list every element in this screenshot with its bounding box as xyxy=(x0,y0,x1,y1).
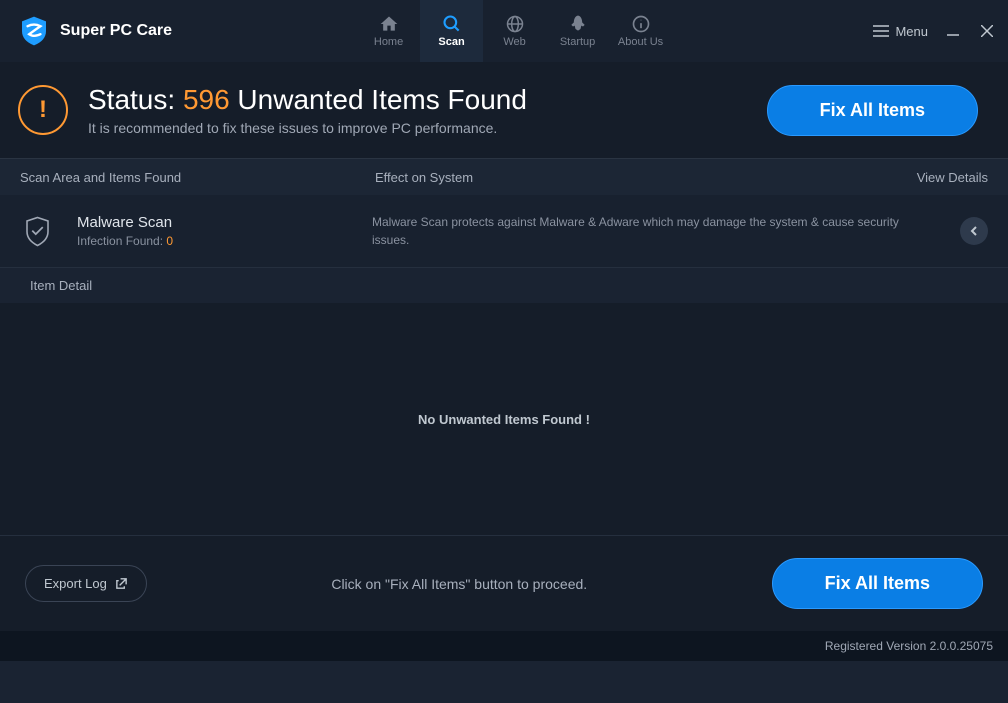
info-icon xyxy=(631,14,651,34)
status-prefix: Status: xyxy=(88,84,183,115)
status-section: ! Status: 596 Unwanted Items Found It is… xyxy=(0,62,1008,159)
tab-label: Web xyxy=(503,36,525,48)
status-title: Status: 596 Unwanted Items Found xyxy=(88,84,767,116)
status-suffix: Unwanted Items Found xyxy=(230,84,527,115)
home-icon xyxy=(379,14,399,34)
window-controls: Menu xyxy=(873,0,996,62)
logo-area: Super PC Care xyxy=(0,15,172,47)
view-details-link[interactable]: View Details xyxy=(917,170,988,185)
scan-category-title: Malware Scan xyxy=(77,214,372,231)
rocket-icon xyxy=(568,14,588,34)
status-subtitle: It is recommended to fix these issues to… xyxy=(88,120,767,136)
close-button[interactable] xyxy=(978,22,996,40)
tab-label: Scan xyxy=(438,36,464,48)
tab-label: Home xyxy=(374,36,403,48)
tab-label: Startup xyxy=(560,36,595,48)
collapse-button[interactable] xyxy=(960,217,988,245)
empty-results: No Unwanted Items Found ! xyxy=(0,303,1008,535)
app-header: Super PC Care Home Scan Web Startup xyxy=(0,0,1008,62)
table-header: Scan Area and Items Found Effect on Syst… xyxy=(0,159,1008,195)
scan-category-row: Malware Scan Infection Found: 0 Malware … xyxy=(0,195,1008,268)
tab-home[interactable]: Home xyxy=(357,0,420,62)
tab-about[interactable]: About Us xyxy=(609,0,672,62)
status-bar: Registered Version 2.0.0.25075 xyxy=(0,631,1008,661)
globe-icon xyxy=(505,14,525,34)
scan-info: Malware Scan Infection Found: 0 xyxy=(77,214,372,248)
item-detail-header: Item Detail xyxy=(0,268,1008,303)
app-title: Super PC Care xyxy=(60,22,172,40)
scan-category-detail: Infection Found: 0 xyxy=(77,234,372,248)
tab-startup[interactable]: Startup xyxy=(546,0,609,62)
menu-button[interactable]: Menu xyxy=(873,24,928,39)
infection-label: Infection Found: xyxy=(77,234,166,248)
status-count: 596 xyxy=(183,84,230,115)
warning-icon: ! xyxy=(18,85,68,135)
fix-all-button-bottom[interactable]: Fix All Items xyxy=(772,558,983,609)
footer-hint: Click on "Fix All Items" button to proce… xyxy=(147,576,772,592)
shield-check-icon xyxy=(20,214,55,249)
fix-all-button[interactable]: Fix All Items xyxy=(767,85,978,136)
scan-category-description: Malware Scan protects against Malware & … xyxy=(372,213,960,249)
menu-label: Menu xyxy=(895,24,928,39)
export-icon xyxy=(115,577,128,590)
export-label: Export Log xyxy=(44,576,107,591)
status-text: Status: 596 Unwanted Items Found It is r… xyxy=(88,84,767,136)
footer: Export Log Click on "Fix All Items" butt… xyxy=(0,535,1008,631)
app-logo-icon xyxy=(18,15,50,47)
infection-count: 0 xyxy=(166,234,173,248)
search-icon xyxy=(442,14,462,34)
export-log-button[interactable]: Export Log xyxy=(25,565,147,602)
nav-tabs: Home Scan Web Startup About Us xyxy=(357,0,672,62)
tab-web[interactable]: Web xyxy=(483,0,546,62)
version-label: Registered Version 2.0.0.25075 xyxy=(825,639,993,653)
hamburger-icon xyxy=(873,25,889,37)
tab-label: About Us xyxy=(618,36,663,48)
chevron-left-icon xyxy=(969,225,979,237)
minimize-button[interactable] xyxy=(944,22,962,40)
col-scan-area: Scan Area and Items Found xyxy=(20,170,375,185)
tab-scan[interactable]: Scan xyxy=(420,0,483,62)
col-effect: Effect on System xyxy=(375,170,917,185)
